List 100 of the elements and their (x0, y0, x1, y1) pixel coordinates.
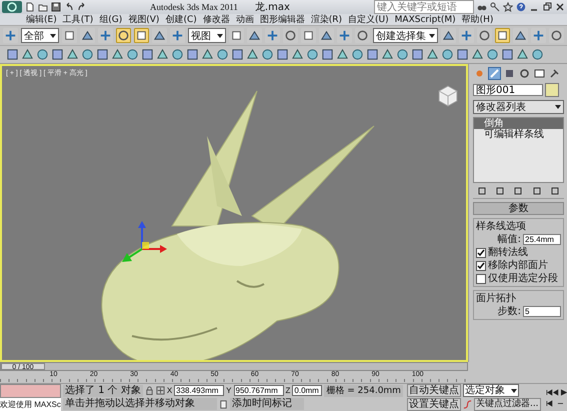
toolbar-tool-icon[interactable] (355, 28, 370, 43)
stack-tool-icon[interactable] (550, 186, 560, 196)
panel-tab-icon[interactable] (488, 67, 501, 80)
caret-icon[interactable] (429, 34, 435, 38)
add-time-tag-button[interactable]: 添加时间标记 (230, 398, 304, 410)
menu-item[interactable]: 帮助(H) (462, 14, 494, 26)
maxscript-listener-field[interactable] (0, 384, 61, 398)
toolbar-tool-icon[interactable] (337, 28, 352, 43)
toolbar-tool-icon[interactable] (111, 48, 124, 61)
dropdown[interactable]: 全部 (21, 28, 59, 43)
toolbar-tool-icon[interactable] (186, 48, 199, 61)
menu-item[interactable]: 渲染(R) (310, 14, 342, 26)
toolbar-tool-icon[interactable] (126, 48, 139, 61)
toolbar-tool-icon[interactable] (283, 28, 298, 43)
stack-tool-icon[interactable] (532, 186, 542, 196)
toolbar-tool-icon[interactable] (336, 48, 349, 61)
x-coordinate-field[interactable]: 338.493mm (174, 385, 224, 396)
steps-spinner-field[interactable]: 5 (523, 306, 561, 317)
toolbar-tool-icon[interactable] (396, 48, 409, 61)
toolbar-tool-icon[interactable] (477, 28, 492, 43)
new-file-icon[interactable] (25, 2, 35, 12)
key-filters-button[interactable]: 关键点过滤器... (474, 398, 541, 411)
close-icon[interactable] (555, 2, 565, 12)
menu-item[interactable]: MAXScript(M) (394, 14, 456, 26)
undo-icon[interactable] (64, 2, 74, 12)
toolbar-tool-icon[interactable] (459, 28, 474, 43)
toolbar-tool-icon[interactable] (81, 48, 94, 61)
toolbar-tool-icon[interactable] (171, 48, 184, 61)
tangent-curve-icon[interactable] (462, 400, 472, 409)
viewcube-icon[interactable] (436, 84, 460, 108)
toolbar-tool-icon[interactable] (216, 48, 229, 61)
toolbar-tool-icon[interactable] (411, 48, 424, 61)
menu-item[interactable]: 视图(V) (128, 14, 160, 26)
toolbar-tool-icon[interactable] (21, 48, 34, 61)
toolbar-tool-icon[interactable] (531, 28, 546, 43)
toolbar-tool-icon[interactable] (426, 48, 439, 61)
toolbar-tool-icon[interactable] (265, 28, 280, 43)
caret-icon[interactable] (510, 388, 517, 393)
toolbar-tool-icon[interactable] (321, 48, 334, 61)
toolbar-tool-icon[interactable] (495, 28, 510, 43)
toolbar-tool-icon[interactable] (51, 48, 64, 61)
toolbar-tool-icon[interactable] (471, 48, 484, 61)
tag-icon[interactable] (218, 400, 228, 409)
toolbar-tool-icon[interactable] (170, 28, 185, 43)
dropdown[interactable]: 视图 (188, 28, 226, 43)
object-color-swatch[interactable] (545, 83, 559, 97)
toolbar-tool-icon[interactable] (501, 48, 514, 61)
checkbox[interactable] (476, 260, 486, 270)
toolbar-tool-icon[interactable] (6, 48, 19, 61)
toolbar-tool-icon[interactable] (66, 48, 79, 61)
toolbar-tool-icon[interactable] (549, 28, 564, 43)
menu-item[interactable]: 图形编辑器 (260, 14, 305, 26)
panel-tab-icon[interactable] (548, 67, 561, 80)
panel-tab-icon[interactable] (503, 67, 516, 80)
modifier-stack-item[interactable]: 倒角 (474, 118, 563, 129)
save-icon[interactable] (51, 2, 61, 12)
help-icon[interactable] (516, 2, 526, 12)
toolbar-tool-icon[interactable] (516, 48, 529, 61)
toolbar-tool-icon[interactable] (36, 48, 49, 61)
menu-item[interactable]: 自定义(U) (348, 14, 389, 26)
toolbar-tool-icon[interactable] (141, 48, 154, 61)
toolbar-tool-icon[interactable] (291, 48, 304, 61)
z-coordinate-field[interactable]: 0.0mm (292, 385, 322, 396)
toolbar-tool-icon[interactable] (306, 48, 319, 61)
toolbar-tool-icon[interactable] (98, 28, 113, 43)
menu-item[interactable]: 修改器 (202, 14, 230, 26)
toolbar-tool-icon[interactable] (276, 48, 289, 61)
y-coordinate-field[interactable]: 950.767mm (234, 385, 284, 396)
transform-gizmo-icon[interactable] (122, 221, 167, 262)
set-key-button[interactable]: 设置关键点 (406, 398, 461, 411)
auto-key-button[interactable]: 自动关键点 (406, 384, 461, 398)
dropdown[interactable]: 创建选择集 (373, 28, 438, 43)
lock-icon[interactable] (144, 386, 154, 396)
toolbar-tool-icon[interactable] (351, 48, 364, 61)
menu-item[interactable]: 创建(C) (165, 14, 197, 26)
absolute-mode-icon[interactable] (156, 386, 165, 396)
toolbar-tool-icon[interactable] (486, 48, 499, 61)
toolbar-tool-icon[interactable] (156, 48, 169, 61)
object-name-field[interactable]: 图形001 (473, 84, 543, 96)
redo-icon[interactable] (77, 2, 87, 12)
caret-icon[interactable] (555, 105, 561, 109)
panel-tab-icon[interactable] (518, 67, 531, 80)
toolbar-tool-icon[interactable] (134, 28, 149, 43)
toolbar-tool-icon[interactable] (531, 48, 544, 61)
toolbar-tool-icon[interactable] (96, 48, 109, 61)
search-field[interactable]: 键入关键字或短语 (374, 0, 474, 14)
checkbox[interactable] (476, 248, 486, 258)
toolbar-tool-icon[interactable] (116, 28, 131, 43)
amount-spinner-field[interactable]: 25.4mm (523, 234, 561, 245)
key-mode-dropdown[interactable]: 选定对象 (462, 384, 519, 398)
stack-tool-icon[interactable] (495, 186, 506, 196)
panel-tab-icon[interactable] (533, 67, 546, 80)
menu-item[interactable]: 编辑(E) (26, 14, 57, 26)
modifier-list-dropdown[interactable]: 修改器列表 (473, 100, 564, 114)
rollout-title[interactable]: 参数 (473, 202, 564, 215)
modifier-stack-item[interactable]: 可编辑样条线 (474, 129, 563, 140)
app-logo-icon[interactable] (2, 1, 22, 13)
toolbar-tool-icon[interactable] (246, 48, 259, 61)
menu-item[interactable]: 组(G) (99, 14, 122, 26)
caret-icon[interactable] (50, 34, 56, 38)
